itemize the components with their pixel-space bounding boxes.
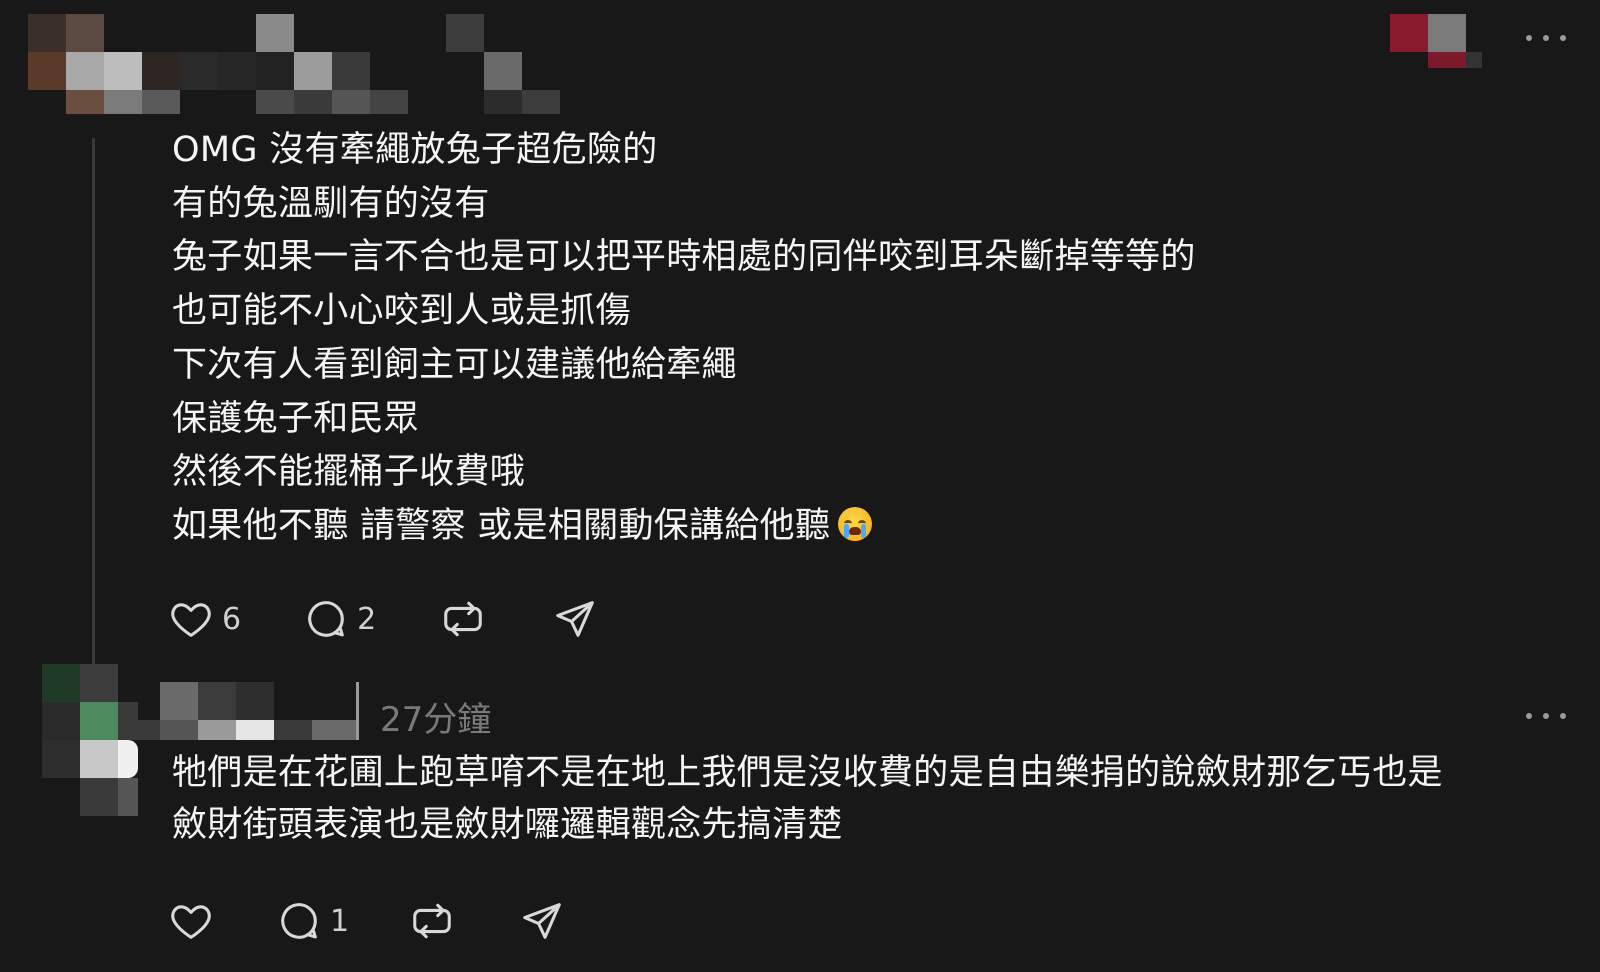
reply-count: 2 — [357, 601, 377, 637]
share-button[interactable] — [519, 898, 565, 944]
pixel-block — [42, 740, 80, 778]
pixel-block — [66, 90, 104, 114]
pixel-block — [42, 702, 80, 740]
heart-icon — [171, 603, 211, 637]
repost-button[interactable] — [409, 898, 455, 944]
more-icon — [1560, 713, 1566, 719]
more-options-button[interactable] — [1526, 706, 1566, 726]
pixel-block — [66, 14, 104, 52]
pixel-block — [484, 90, 522, 114]
pixel-block — [80, 664, 118, 702]
share-icon — [556, 601, 594, 637]
thread-connector-line — [92, 138, 95, 678]
pixel-block — [236, 682, 274, 720]
pixel-block — [180, 52, 218, 90]
timestamp: 27分鐘 — [380, 700, 492, 740]
pixel-block — [160, 682, 198, 720]
comment-text: OMG 沒有牽繩放兔子超危險的 有的兔溫馴有的沒有 兔子如果一言不合也是可以把平… — [172, 124, 1196, 554]
pixel-block — [522, 90, 560, 114]
reply-button[interactable]: 2 — [303, 596, 376, 642]
pixel-block — [138, 720, 160, 740]
share-button[interactable] — [552, 596, 598, 642]
thread-view: OMG 沒有牽繩放兔子超危險的 有的兔溫馴有的沒有 兔子如果一言不合也是可以把平… — [0, 0, 1600, 972]
pixel-block — [104, 52, 142, 90]
pixel-block — [118, 778, 138, 816]
name-divider — [356, 682, 359, 740]
pixel-block — [370, 90, 408, 114]
heart-icon — [171, 905, 211, 939]
pixel-block — [218, 52, 256, 90]
pixel-block — [1428, 14, 1466, 52]
comment-text: 牠們是在花圃上跑草唷不是在地上我們是沒收費的是自由樂捐的說斂財那乞丐也是 斂財街… — [172, 753, 1443, 845]
pixel-block — [160, 720, 198, 740]
comment-body: OMG 沒有牽繩放兔子超危險的 有的兔溫馴有的沒有 兔子如果一言不合也是可以把平… — [172, 130, 1196, 546]
share-icon — [523, 903, 561, 939]
pixel-block — [1428, 52, 1466, 68]
pixel-block — [256, 52, 294, 90]
pixel-block — [1466, 52, 1482, 68]
pixel-block — [142, 90, 180, 114]
like-button[interactable] — [168, 898, 214, 944]
comment-actions: 6 2 — [168, 596, 598, 642]
like-count: 6 — [222, 601, 242, 637]
pixel-block — [80, 778, 118, 816]
more-icon — [1560, 35, 1566, 41]
pixel-block — [294, 52, 332, 90]
pixel-block — [80, 702, 118, 740]
reply-count: 1 — [330, 903, 350, 939]
repost-icon — [444, 601, 482, 637]
loudly-crying-face-icon — [838, 506, 873, 541]
pixel-block — [198, 682, 236, 720]
repost-button[interactable] — [440, 596, 486, 642]
pixel-block — [198, 720, 236, 740]
more-icon — [1526, 713, 1532, 719]
pixel-block — [1390, 14, 1428, 52]
comment-icon — [308, 601, 344, 637]
pixel-block — [104, 90, 142, 114]
pixel-block — [118, 702, 138, 740]
pixel-block — [42, 664, 80, 702]
pixel-block — [256, 90, 294, 114]
pixel-block — [66, 52, 104, 90]
pixel-block — [118, 740, 138, 778]
pixel-block — [28, 52, 66, 90]
more-icon — [1526, 35, 1532, 41]
more-options-button[interactable] — [1526, 28, 1566, 48]
pixel-block — [236, 720, 274, 740]
pixel-block — [142, 52, 180, 90]
reply-button[interactable]: 1 — [276, 898, 349, 944]
pixel-block — [80, 740, 118, 778]
more-icon — [1543, 35, 1549, 41]
pixel-block — [332, 90, 370, 114]
like-button[interactable]: 6 — [168, 596, 241, 642]
pixel-block — [274, 720, 312, 740]
pixel-block — [332, 52, 370, 90]
more-icon — [1543, 713, 1549, 719]
comment-icon — [281, 903, 317, 939]
pixel-block — [312, 720, 356, 740]
comment-actions: 1 — [168, 898, 565, 944]
pixel-block — [446, 14, 484, 52]
pixel-block — [28, 14, 66, 52]
pixel-block — [294, 90, 332, 114]
pixel-block — [484, 52, 522, 90]
pixel-block — [256, 14, 294, 52]
repost-icon — [413, 903, 451, 939]
